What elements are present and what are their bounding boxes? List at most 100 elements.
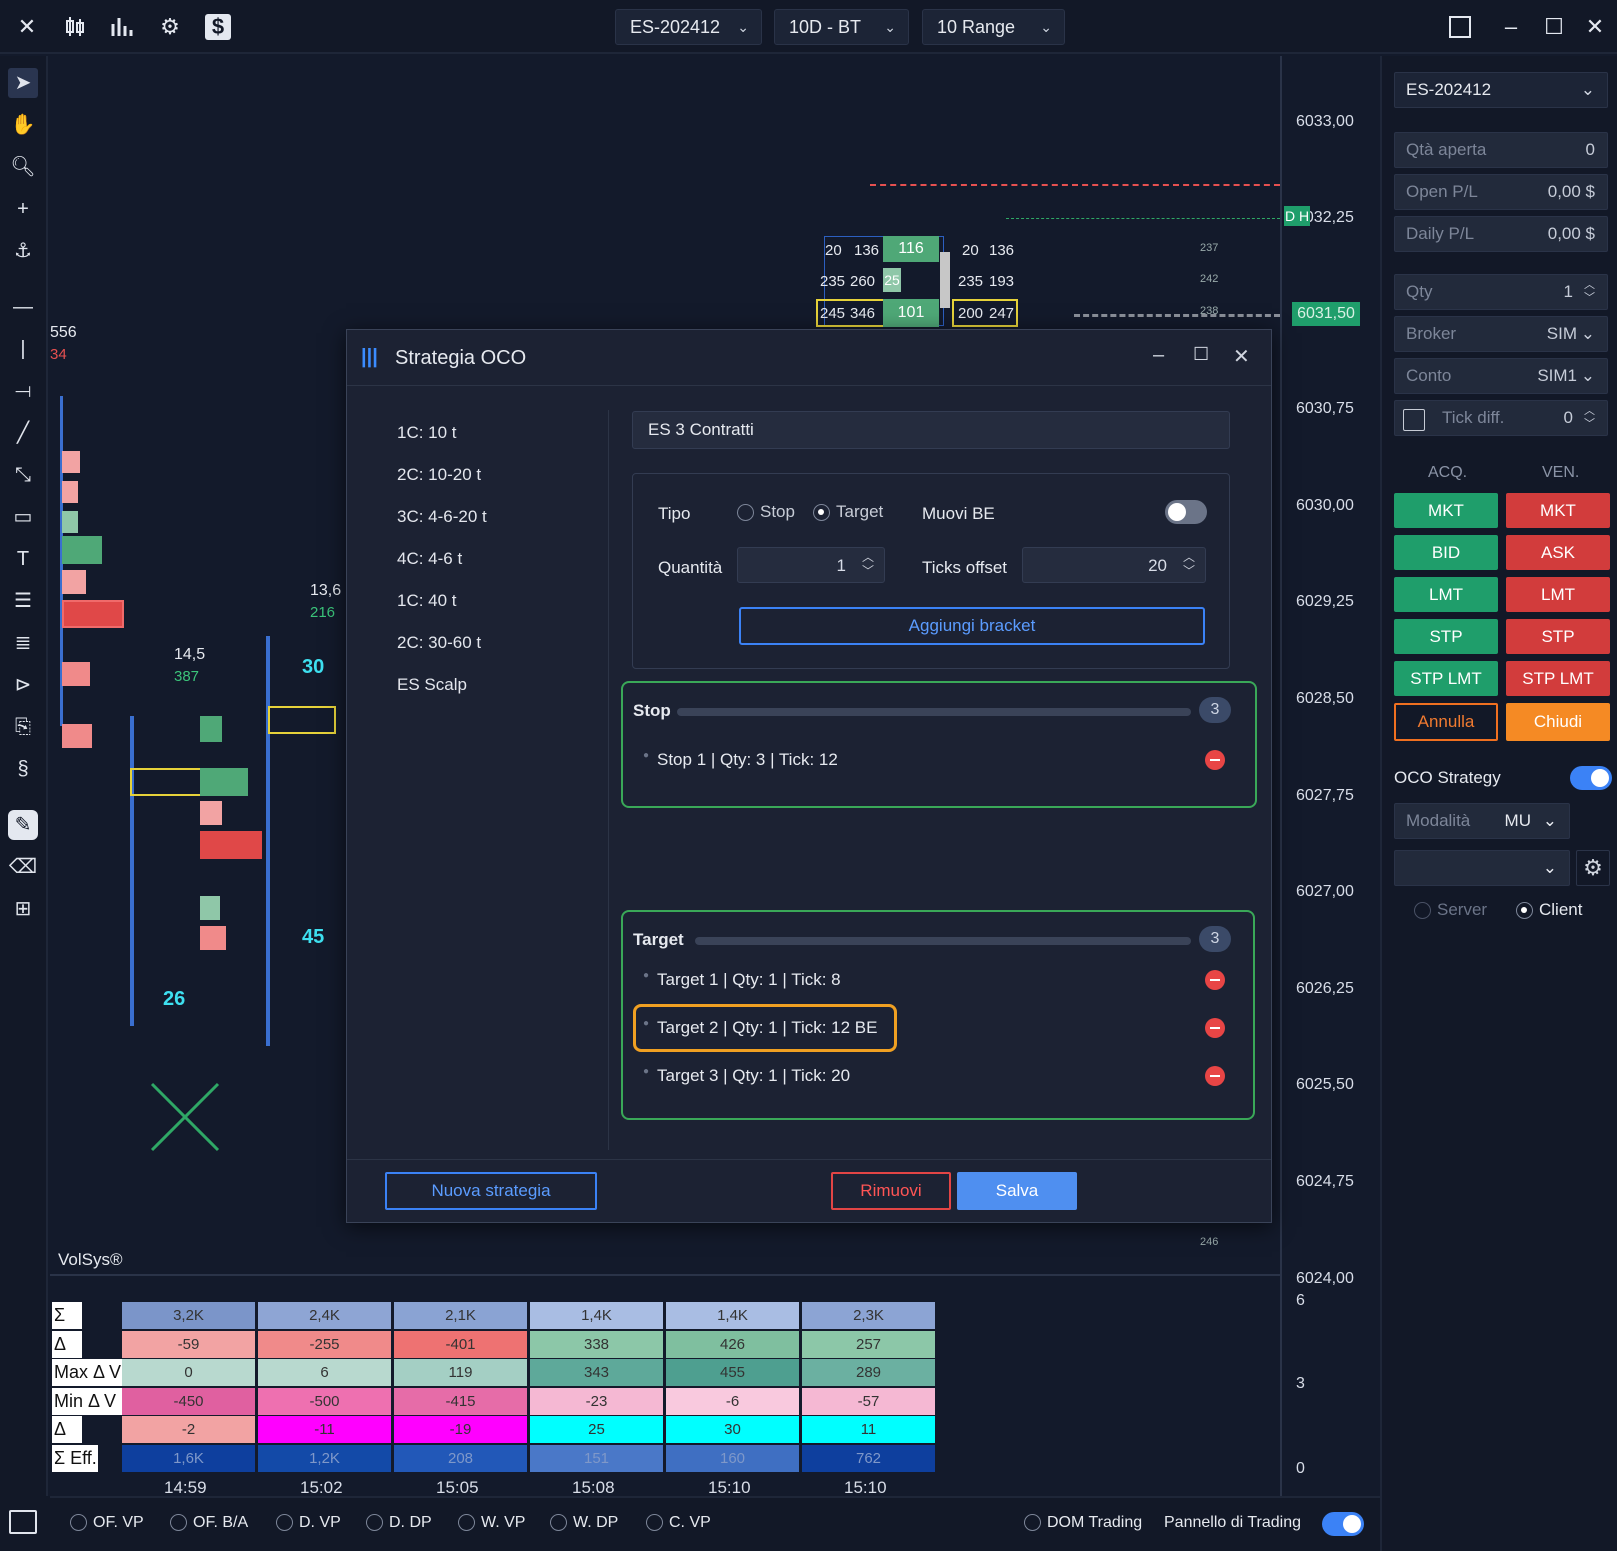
magnet-icon[interactable]: ⚓︎: [8, 236, 38, 266]
lower-axis-label: 6: [1296, 1292, 1305, 1309]
stats-cell: -255: [258, 1331, 391, 1358]
tick-diff-field[interactable]: Tick diff. 0 ︿ ﹀: [1394, 400, 1608, 436]
close-position-button[interactable]: Chiudi: [1506, 703, 1610, 741]
target-radio[interactable]: Target: [813, 502, 883, 522]
maximize-icon[interactable]: ☐: [1541, 14, 1567, 40]
strategy-item[interactable]: 2C: 30-60 t: [397, 633, 481, 653]
qty-stepper[interactable]: Qty 1 ︿ ﹀: [1394, 274, 1608, 310]
remove-button[interactable]: Rimuovi: [831, 1172, 951, 1210]
sell-stop-button[interactable]: STP: [1506, 619, 1610, 654]
sell-market-button[interactable]: MKT: [1506, 493, 1610, 528]
close-icon[interactable]: ✕: [1233, 344, 1250, 369]
range-dropdown[interactable]: 10 Range ⌄: [922, 9, 1065, 45]
symbol-dropdown[interactable]: ES-202412 ⌄: [615, 9, 762, 45]
w-vp-radio[interactable]: W. VP: [458, 1514, 525, 1532]
sell-ask-button[interactable]: ASK: [1506, 535, 1610, 570]
panel-symbol-dropdown[interactable]: ES-202412 ⌄: [1394, 72, 1608, 108]
minimize-icon[interactable]: –: [1498, 14, 1524, 40]
bar-chart-icon[interactable]: [108, 14, 134, 40]
rectangle-icon[interactable]: ▭: [8, 502, 38, 532]
day-high-tag: D H: [1284, 206, 1310, 226]
strategy-name-input[interactable]: ES 3 Contratti: [632, 411, 1230, 449]
strategy-item[interactable]: 1C: 40 t: [397, 591, 457, 611]
layout-icon[interactable]: [1449, 16, 1471, 38]
strategy-item[interactable]: ES Scalp: [397, 675, 467, 695]
vertical-line-icon[interactable]: |: [8, 334, 38, 364]
stepper-icon[interactable]: ︿ ﹀: [1183, 550, 1195, 578]
document-settings-icon[interactable]: ⎘: [8, 712, 38, 742]
stepper-icon[interactable]: ︿ ﹀: [862, 550, 874, 578]
muovi-be-toggle[interactable]: [1165, 500, 1207, 524]
close-icon[interactable]: ✕: [14, 14, 40, 40]
target-item[interactable]: Target 1 | Qty: 1 | Tick: 8: [657, 970, 841, 990]
trading-panel-toggle[interactable]: [1322, 1512, 1364, 1536]
timeframe-dropdown[interactable]: 10D - BT ⌄: [774, 9, 909, 45]
new-strategy-button[interactable]: Nuova strategia: [385, 1172, 597, 1210]
zoom-icon[interactable]: 🔍︎: [8, 152, 38, 182]
quantita-input[interactable]: 1 ︿ ﹀: [737, 547, 885, 583]
stop-radio[interactable]: Stop: [737, 502, 795, 522]
minimize-icon[interactable]: –: [1153, 344, 1164, 367]
horizontal-line-icon[interactable]: —: [8, 292, 38, 322]
strategy-item[interactable]: 3C: 4-6-20 t: [397, 507, 487, 527]
server-radio[interactable]: Server: [1414, 900, 1487, 920]
broker-select[interactable]: Broker SIM ⌄: [1394, 316, 1608, 352]
strategy-item[interactable]: 2C: 10-20 t: [397, 465, 481, 485]
stop-item[interactable]: Stop 1 | Qty: 3 | Tick: 12: [657, 750, 838, 770]
add-object-icon[interactable]: ⊞: [8, 894, 38, 924]
window-close-icon[interactable]: ✕: [1582, 14, 1608, 40]
time-axis-label: 15:10: [708, 1478, 751, 1497]
buy-market-button[interactable]: MKT: [1394, 493, 1498, 528]
panel-toggle-icon[interactable]: [9, 1510, 37, 1534]
add-bracket-button[interactable]: Aggiungi bracket: [739, 607, 1205, 645]
oco-strategy-toggle[interactable]: [1570, 766, 1612, 790]
sell-stop-limit-button[interactable]: STP LMT: [1506, 661, 1610, 696]
target-item[interactable]: Target 3 | Qty: 1 | Tick: 20: [657, 1066, 850, 1086]
tick-diff-checkbox[interactable]: [1403, 409, 1425, 431]
lines-icon[interactable]: ≣: [8, 628, 38, 658]
account-select[interactable]: Conto SIM1 ⌄: [1394, 358, 1608, 394]
gear-icon[interactable]: ⚙: [1576, 850, 1610, 886]
list-icon[interactable]: ☰: [8, 586, 38, 616]
pointer-icon[interactable]: ➤: [8, 68, 38, 98]
save-button[interactable]: Salva: [957, 1172, 1077, 1210]
buy-stop-button[interactable]: STP: [1394, 619, 1498, 654]
strategy-select[interactable]: ⌄: [1394, 850, 1570, 886]
remove-icon[interactable]: [1205, 1066, 1225, 1086]
of-vp-radio[interactable]: OF. VP: [70, 1514, 144, 1532]
ticks-offset-input[interactable]: 20 ︿ ﹀: [1022, 547, 1206, 583]
trend-line-icon[interactable]: ╱: [8, 418, 38, 448]
gear-icon[interactable]: ⚙: [157, 14, 183, 40]
w-dp-radio[interactable]: W. DP: [550, 1514, 618, 1532]
mode-select[interactable]: Modalità MU ⌄: [1394, 803, 1570, 839]
sell-limit-button[interactable]: LMT: [1506, 577, 1610, 612]
ruler-icon[interactable]: ✎: [8, 810, 38, 840]
order-icon[interactable]: ⊳: [8, 670, 38, 700]
cancel-button[interactable]: Annulla: [1394, 703, 1498, 741]
script-icon[interactable]: §: [8, 754, 38, 784]
dollar-icon[interactable]: $: [205, 14, 231, 40]
maximize-icon[interactable]: ☐: [1193, 344, 1209, 365]
target-item[interactable]: Target 2 | Qty: 1 | Tick: 12 BE: [657, 1018, 877, 1038]
c-vp-radio[interactable]: C. VP: [646, 1514, 711, 1532]
buy-stop-limit-button[interactable]: STP LMT: [1394, 661, 1498, 696]
strategy-item[interactable]: 4C: 4-6 t: [397, 549, 462, 569]
crosshair-icon[interactable]: +: [8, 194, 38, 224]
candlestick-icon[interactable]: [62, 14, 88, 40]
hand-icon[interactable]: ✋: [8, 110, 38, 140]
remove-icon[interactable]: [1205, 970, 1225, 990]
dom-trading-radio[interactable]: DOM Trading: [1024, 1514, 1142, 1532]
buy-bid-button[interactable]: BID: [1394, 535, 1498, 570]
remove-icon[interactable]: [1205, 750, 1225, 770]
ray-icon[interactable]: ⟞: [8, 376, 38, 406]
of-ba-radio[interactable]: OF. B/A: [170, 1514, 248, 1532]
remove-icon[interactable]: [1205, 1018, 1225, 1038]
eraser-icon[interactable]: ⌫: [8, 852, 38, 882]
d-vp-radio[interactable]: D. VP: [276, 1514, 341, 1532]
text-icon[interactable]: T: [8, 544, 38, 574]
strategy-item[interactable]: 1C: 10 t: [397, 423, 457, 443]
d-dp-radio[interactable]: D. DP: [366, 1514, 432, 1532]
buy-limit-button[interactable]: LMT: [1394, 577, 1498, 612]
channel-icon[interactable]: ⤡: [8, 460, 38, 490]
client-radio[interactable]: Client: [1516, 900, 1582, 920]
